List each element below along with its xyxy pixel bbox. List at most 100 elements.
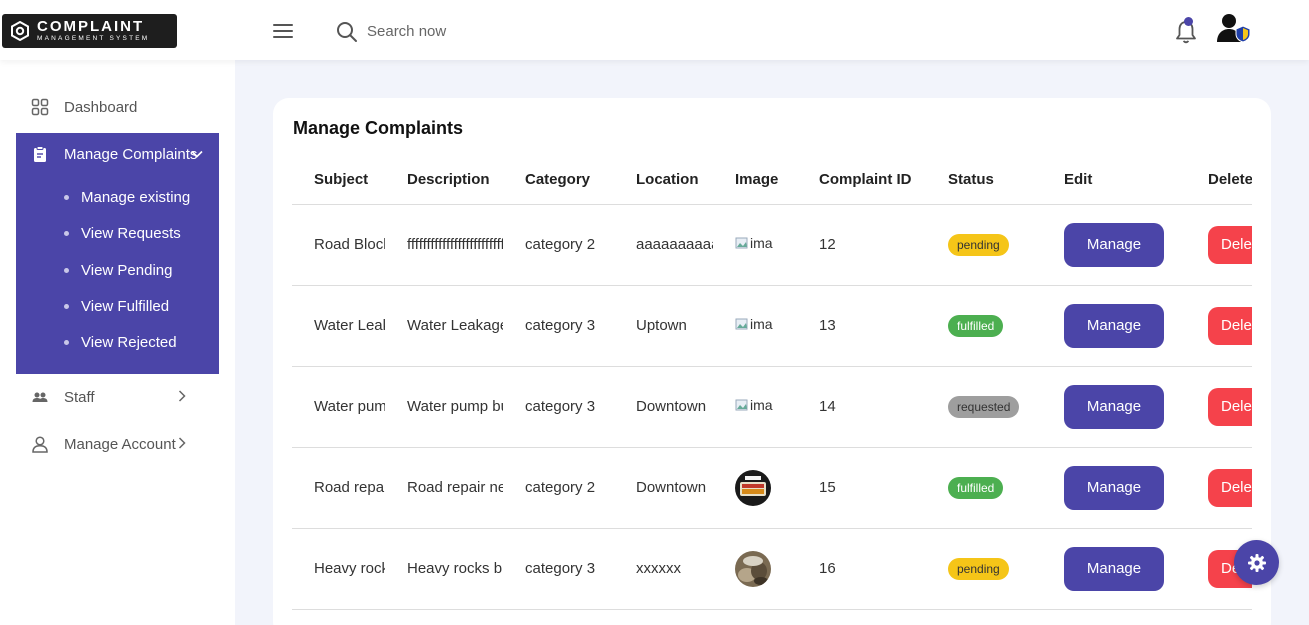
delete-button[interactable]: Delete — [1208, 225, 1252, 264]
status-badge: pending — [948, 557, 1009, 580]
column-header: Subject — [292, 156, 385, 205]
settings-button[interactable] — [1234, 540, 1279, 585]
sidebar-item-manage-complaints[interactable]: Manage Complaints — [16, 133, 219, 175]
status-badge: pending — [948, 233, 1009, 256]
broken-image-icon — [735, 237, 748, 249]
column-header: Category — [503, 156, 614, 205]
sidebar-subitem-view-rejected[interactable]: View Rejected — [64, 331, 177, 353]
cell-location: Downtown — [636, 479, 707, 496]
cell-subject: Water pump — [314, 398, 385, 415]
column-header: Status — [926, 156, 1042, 205]
sidebar-subitem-label: View Pending — [81, 261, 173, 279]
sidebar-item-label: Manage Complaints — [64, 145, 198, 163]
logo-text: COMPLAINT MANAGEMENT SYSTEM — [37, 19, 149, 43]
complaint-photo-thumbnail[interactable] — [735, 550, 771, 587]
table-row: Road repair Road repair nee category 2 D… — [292, 447, 1252, 529]
broken-image: ima — [735, 397, 773, 413]
cell-complaint-id: 12 — [819, 236, 836, 253]
sidebar-item-label: Manage Account — [64, 435, 176, 453]
image-alt-text: ima — [750, 397, 773, 413]
cell-subject: Heavy rocks — [314, 560, 385, 577]
sidebar-subitem-view-fulfilled[interactable]: View Fulfilled — [64, 295, 169, 317]
column-header: Description — [385, 156, 503, 205]
delete-button[interactable]: Delete — [1208, 468, 1252, 507]
sidebar-subitem-label: Manage existing — [81, 188, 191, 206]
grid-icon — [31, 98, 49, 116]
search-input[interactable] — [367, 18, 587, 44]
hexagon-logo-icon — [11, 21, 29, 41]
cell-complaint-id: 16 — [819, 560, 836, 577]
broken-image-icon — [735, 318, 748, 330]
complaints-card: Manage Complaints Subject Description Ca… — [273, 98, 1271, 625]
cell-subject: Road Block — [314, 236, 385, 253]
bullet — [64, 267, 69, 273]
cell-location: aaaaaaaaaaaa — [636, 236, 713, 253]
broken-image: ima — [735, 235, 773, 251]
cell-subject: Road repair — [314, 479, 385, 496]
sidebar-item-dashboard[interactable]: Dashboard — [16, 86, 219, 128]
page-title: Manage Complaints — [293, 118, 464, 138]
bullet — [64, 230, 69, 236]
column-header: Edit — [1042, 156, 1186, 205]
complaint-photo-thumbnail[interactable] — [735, 469, 771, 506]
cell-category: category 3 — [525, 560, 596, 577]
manage-button[interactable]: Manage — [1064, 465, 1164, 510]
broken-image: ima — [735, 316, 773, 332]
column-header: Complaint ID — [797, 156, 926, 205]
image-alt-text: ima — [750, 316, 773, 332]
complaints-table-container[interactable]: Subject Description Category Location Im… — [292, 156, 1252, 625]
bullet — [64, 339, 69, 345]
table-header-row: Subject Description Category Location Im… — [292, 156, 1252, 205]
sidebar-item-manage-account[interactable]: Manage Account — [16, 423, 219, 465]
manage-button[interactable]: Manage — [1064, 546, 1164, 591]
table-row: Road Block fffffffffffffffffffffffffff c… — [292, 204, 1252, 286]
column-header: Image — [713, 156, 797, 205]
table-row: Water Leakage Water Leakage category 3 U… — [292, 285, 1252, 367]
bullet — [64, 194, 69, 200]
people-icon — [32, 392, 48, 402]
sidebar-subitem-manage-existing[interactable]: Manage existing — [64, 186, 190, 208]
user-shield-icon[interactable] — [1216, 12, 1252, 44]
cell-subject: Water Leakage — [314, 317, 385, 334]
column-header: Delete — [1186, 156, 1252, 205]
table-row: Water pump Water pump bu category 3 Down… — [292, 366, 1252, 448]
logo-subtitle: MANAGEMENT SYSTEM — [37, 35, 150, 43]
sidebar-subitem-view-requests[interactable]: View Requests — [64, 222, 181, 244]
cell-description: Water Leakage — [407, 317, 503, 334]
clipboard-icon — [34, 146, 46, 162]
chevron-right-icon — [178, 390, 186, 402]
cell-category: category 2 — [525, 479, 596, 496]
manage-button[interactable]: Manage — [1064, 384, 1164, 429]
cell-location: Uptown — [636, 317, 687, 334]
search-icon[interactable] — [336, 21, 358, 43]
delete-button[interactable]: Delete — [1208, 387, 1252, 426]
cell-category: category 3 — [525, 398, 596, 415]
top-header: COMPLAINT MANAGEMENT SYSTEM — [0, 0, 1309, 60]
sidebar-group-manage-complaints: Manage Complaints Manage existing View R… — [16, 133, 219, 374]
notification-badge — [1184, 17, 1193, 26]
sidebar-subitem-view-pending[interactable]: View Pending — [64, 259, 172, 281]
complaints-table: Subject Description Category Location Im… — [292, 156, 1252, 610]
sidebar-item-staff[interactable]: Staff — [16, 376, 219, 418]
cell-complaint-id: 15 — [819, 479, 836, 496]
cell-category: category 2 — [525, 236, 596, 253]
sidebar-subitem-label: View Fulfilled — [81, 297, 170, 315]
rocks-photo — [735, 550, 771, 587]
cell-category: category 3 — [525, 317, 596, 334]
delete-button[interactable]: Delete — [1208, 306, 1252, 345]
sidebar-item-label: Dashboard — [64, 98, 138, 116]
app-logo[interactable]: COMPLAINT MANAGEMENT SYSTEM — [2, 14, 177, 48]
manage-button[interactable]: Manage — [1064, 303, 1164, 348]
broken-image-icon — [735, 399, 748, 411]
chevron-right-icon — [178, 437, 186, 449]
sidebar-item-label: Staff — [64, 388, 95, 406]
logo-title: COMPLAINT — [37, 18, 145, 36]
cell-description: Road repair nee — [407, 479, 503, 496]
user-icon — [32, 436, 48, 453]
manage-button[interactable]: Manage — [1064, 222, 1164, 267]
cell-location: Downtown — [636, 398, 707, 415]
hamburger-icon[interactable] — [273, 24, 293, 40]
table-row: Heavy rocks Heavy rocks blo category 3 x… — [292, 528, 1252, 610]
cell-complaint-id: 14 — [819, 398, 836, 415]
cell-location: xxxxxx — [636, 560, 681, 577]
